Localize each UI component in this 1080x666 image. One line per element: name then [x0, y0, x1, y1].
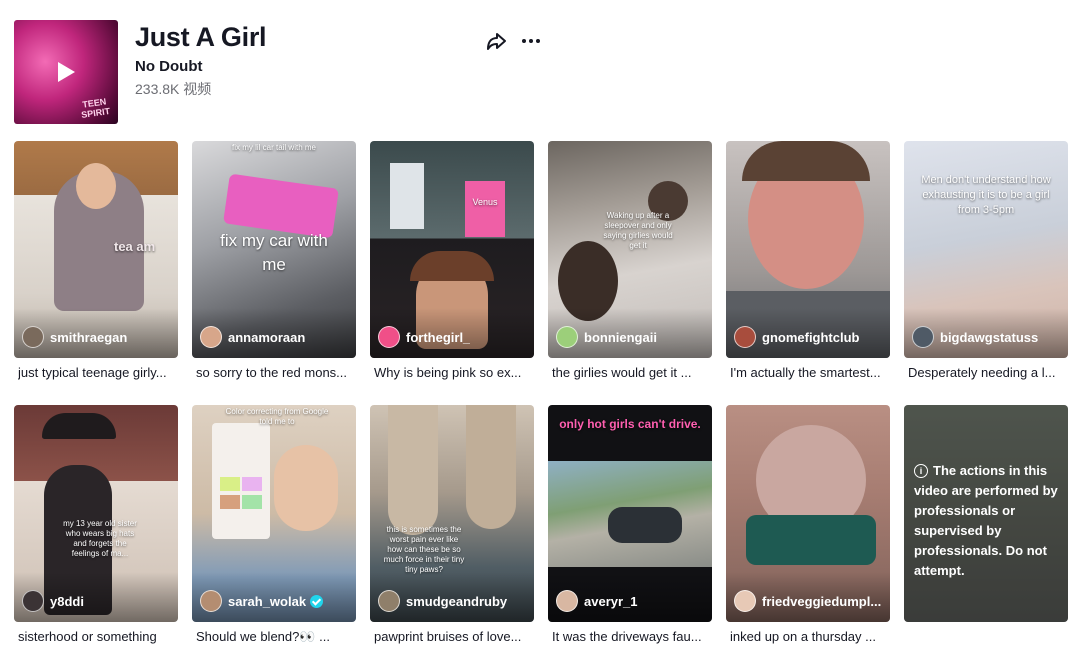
avatar[interactable]	[22, 326, 44, 348]
shirt-text: tea am	[114, 239, 156, 254]
overlay-text: Color correcting from Google told me to	[225, 407, 329, 426]
video-caption[interactable]: the girlies would get it ...	[552, 365, 714, 380]
username[interactable]: forthegirl_	[406, 330, 470, 345]
video-thumbnail[interactable]: tea am smithraegan	[14, 141, 178, 358]
username[interactable]: gnomefightclub	[762, 330, 860, 345]
video-user[interactable]: forthegirl_	[378, 326, 470, 348]
share-button[interactable]	[484, 28, 510, 54]
video-caption[interactable]: inked up on a thursday ...	[730, 629, 892, 644]
overlay-text: Men don't understand how exhausting it i…	[921, 174, 1051, 216]
video-thumbnail[interactable]: fix my lil car tail with me fix my car w…	[192, 141, 356, 358]
video-thumbnail[interactable]: Men don't understand how exhausting it i…	[904, 141, 1068, 358]
overlay-text: fix my car with me	[220, 231, 328, 274]
video-caption[interactable]: It was the driveways fau...	[552, 629, 714, 644]
avatar[interactable]	[200, 590, 222, 612]
info-icon: i	[914, 464, 928, 478]
username[interactable]: averyr_1	[584, 594, 638, 609]
username[interactable]: bigdawgstatuss	[940, 330, 1038, 345]
video-user[interactable]: bonniengaii	[556, 326, 657, 348]
avatar[interactable]	[556, 590, 578, 612]
username[interactable]: smudgeandruby	[406, 594, 507, 609]
video-thumbnail[interactable]: i The actions in this video are performed…	[904, 405, 1068, 622]
video-thumbnail[interactable]: my 13 year old sister who wears big hats…	[14, 405, 178, 622]
video-caption[interactable]: Why is being pink so ex...	[374, 365, 536, 380]
video-thumbnail[interactable]: friedveggiedumpl...	[726, 405, 890, 622]
overlay-text: my 13 year old sister who wears big hats…	[63, 519, 137, 558]
video-user[interactable]: sarah_wolak	[200, 590, 324, 612]
more-icon	[522, 39, 540, 43]
video-caption[interactable]: I'm actually the smartest...	[730, 365, 892, 380]
overlay-text: Waking up after a sleepover and only say…	[603, 211, 673, 250]
cover-text: TEEN SPIRIT	[80, 96, 111, 120]
video-user[interactable]: smithraegan	[22, 326, 127, 348]
sound-cover[interactable]: TEEN SPIRIT	[14, 20, 118, 124]
username[interactable]: smithraegan	[50, 330, 127, 345]
video-user[interactable]: y8ddi	[22, 590, 84, 612]
video-thumbnail[interactable]: gnomefightclub	[726, 141, 890, 358]
video-user[interactable]: smudgeandruby	[378, 590, 507, 612]
play-icon[interactable]	[58, 62, 75, 82]
username[interactable]: sarah_wolak	[228, 594, 306, 609]
video-caption[interactable]: pawprint bruises of love...	[374, 629, 536, 644]
avatar[interactable]	[22, 590, 44, 612]
more-button[interactable]	[518, 28, 544, 54]
video-user[interactable]: averyr_1	[556, 590, 638, 612]
sound-artist[interactable]: No Doubt	[135, 58, 202, 75]
avatar[interactable]	[734, 590, 756, 612]
avatar[interactable]	[734, 326, 756, 348]
overlay-text: this is sometimes the worst pain ever li…	[383, 525, 465, 574]
video-thumbnail[interactable]: Color correcting from Google told me to …	[192, 405, 356, 622]
sound-header: TEEN SPIRIT Just A Girl No Doubt 233.8K …	[14, 20, 1074, 125]
safety-warning: i The actions in this video are performed…	[914, 461, 1062, 581]
video-caption[interactable]: sisterhood or something	[18, 629, 180, 644]
verified-icon	[310, 594, 324, 608]
avatar[interactable]	[556, 326, 578, 348]
video-thumbnail[interactable]: Venus forthegirl_	[370, 141, 534, 358]
video-thumbnail[interactable]: only hot girls can't drive. averyr_1	[548, 405, 712, 622]
avatar[interactable]	[378, 590, 400, 612]
avatar[interactable]	[200, 326, 222, 348]
video-caption[interactable]: so sorry to the red mons...	[196, 365, 358, 380]
avatar[interactable]	[378, 326, 400, 348]
username[interactable]: y8ddi	[50, 594, 84, 609]
share-icon	[487, 33, 506, 50]
video-caption[interactable]: Desperately needing a l...	[908, 365, 1070, 380]
username[interactable]: bonniengaii	[584, 330, 657, 345]
video-thumbnail[interactable]: this is sometimes the worst pain ever li…	[370, 405, 534, 622]
product-label: Venus	[472, 197, 498, 207]
video-count: 233.8K 视频	[135, 81, 212, 97]
avatar[interactable]	[912, 326, 934, 348]
video-user[interactable]: gnomefightclub	[734, 326, 860, 348]
overlay-text: only hot girls can't drive.	[559, 417, 701, 431]
video-caption[interactable]: Should we blend?👀 ...	[196, 629, 358, 645]
top-text: fix my lil car tail with me	[231, 143, 316, 152]
sound-title: Just A Girl	[135, 22, 267, 52]
video-user[interactable]: friedveggiedumpl...	[734, 590, 881, 612]
video-caption[interactable]: just typical teenage girly...	[18, 365, 180, 380]
video-user[interactable]: annamoraan	[200, 326, 305, 348]
video-thumbnail[interactable]: Waking up after a sleepover and only say…	[548, 141, 712, 358]
username[interactable]: annamoraan	[228, 330, 305, 345]
warning-text: The actions in this video are performed …	[914, 463, 1058, 578]
video-user[interactable]: bigdawgstatuss	[912, 326, 1038, 348]
username[interactable]: friedveggiedumpl...	[762, 594, 881, 609]
